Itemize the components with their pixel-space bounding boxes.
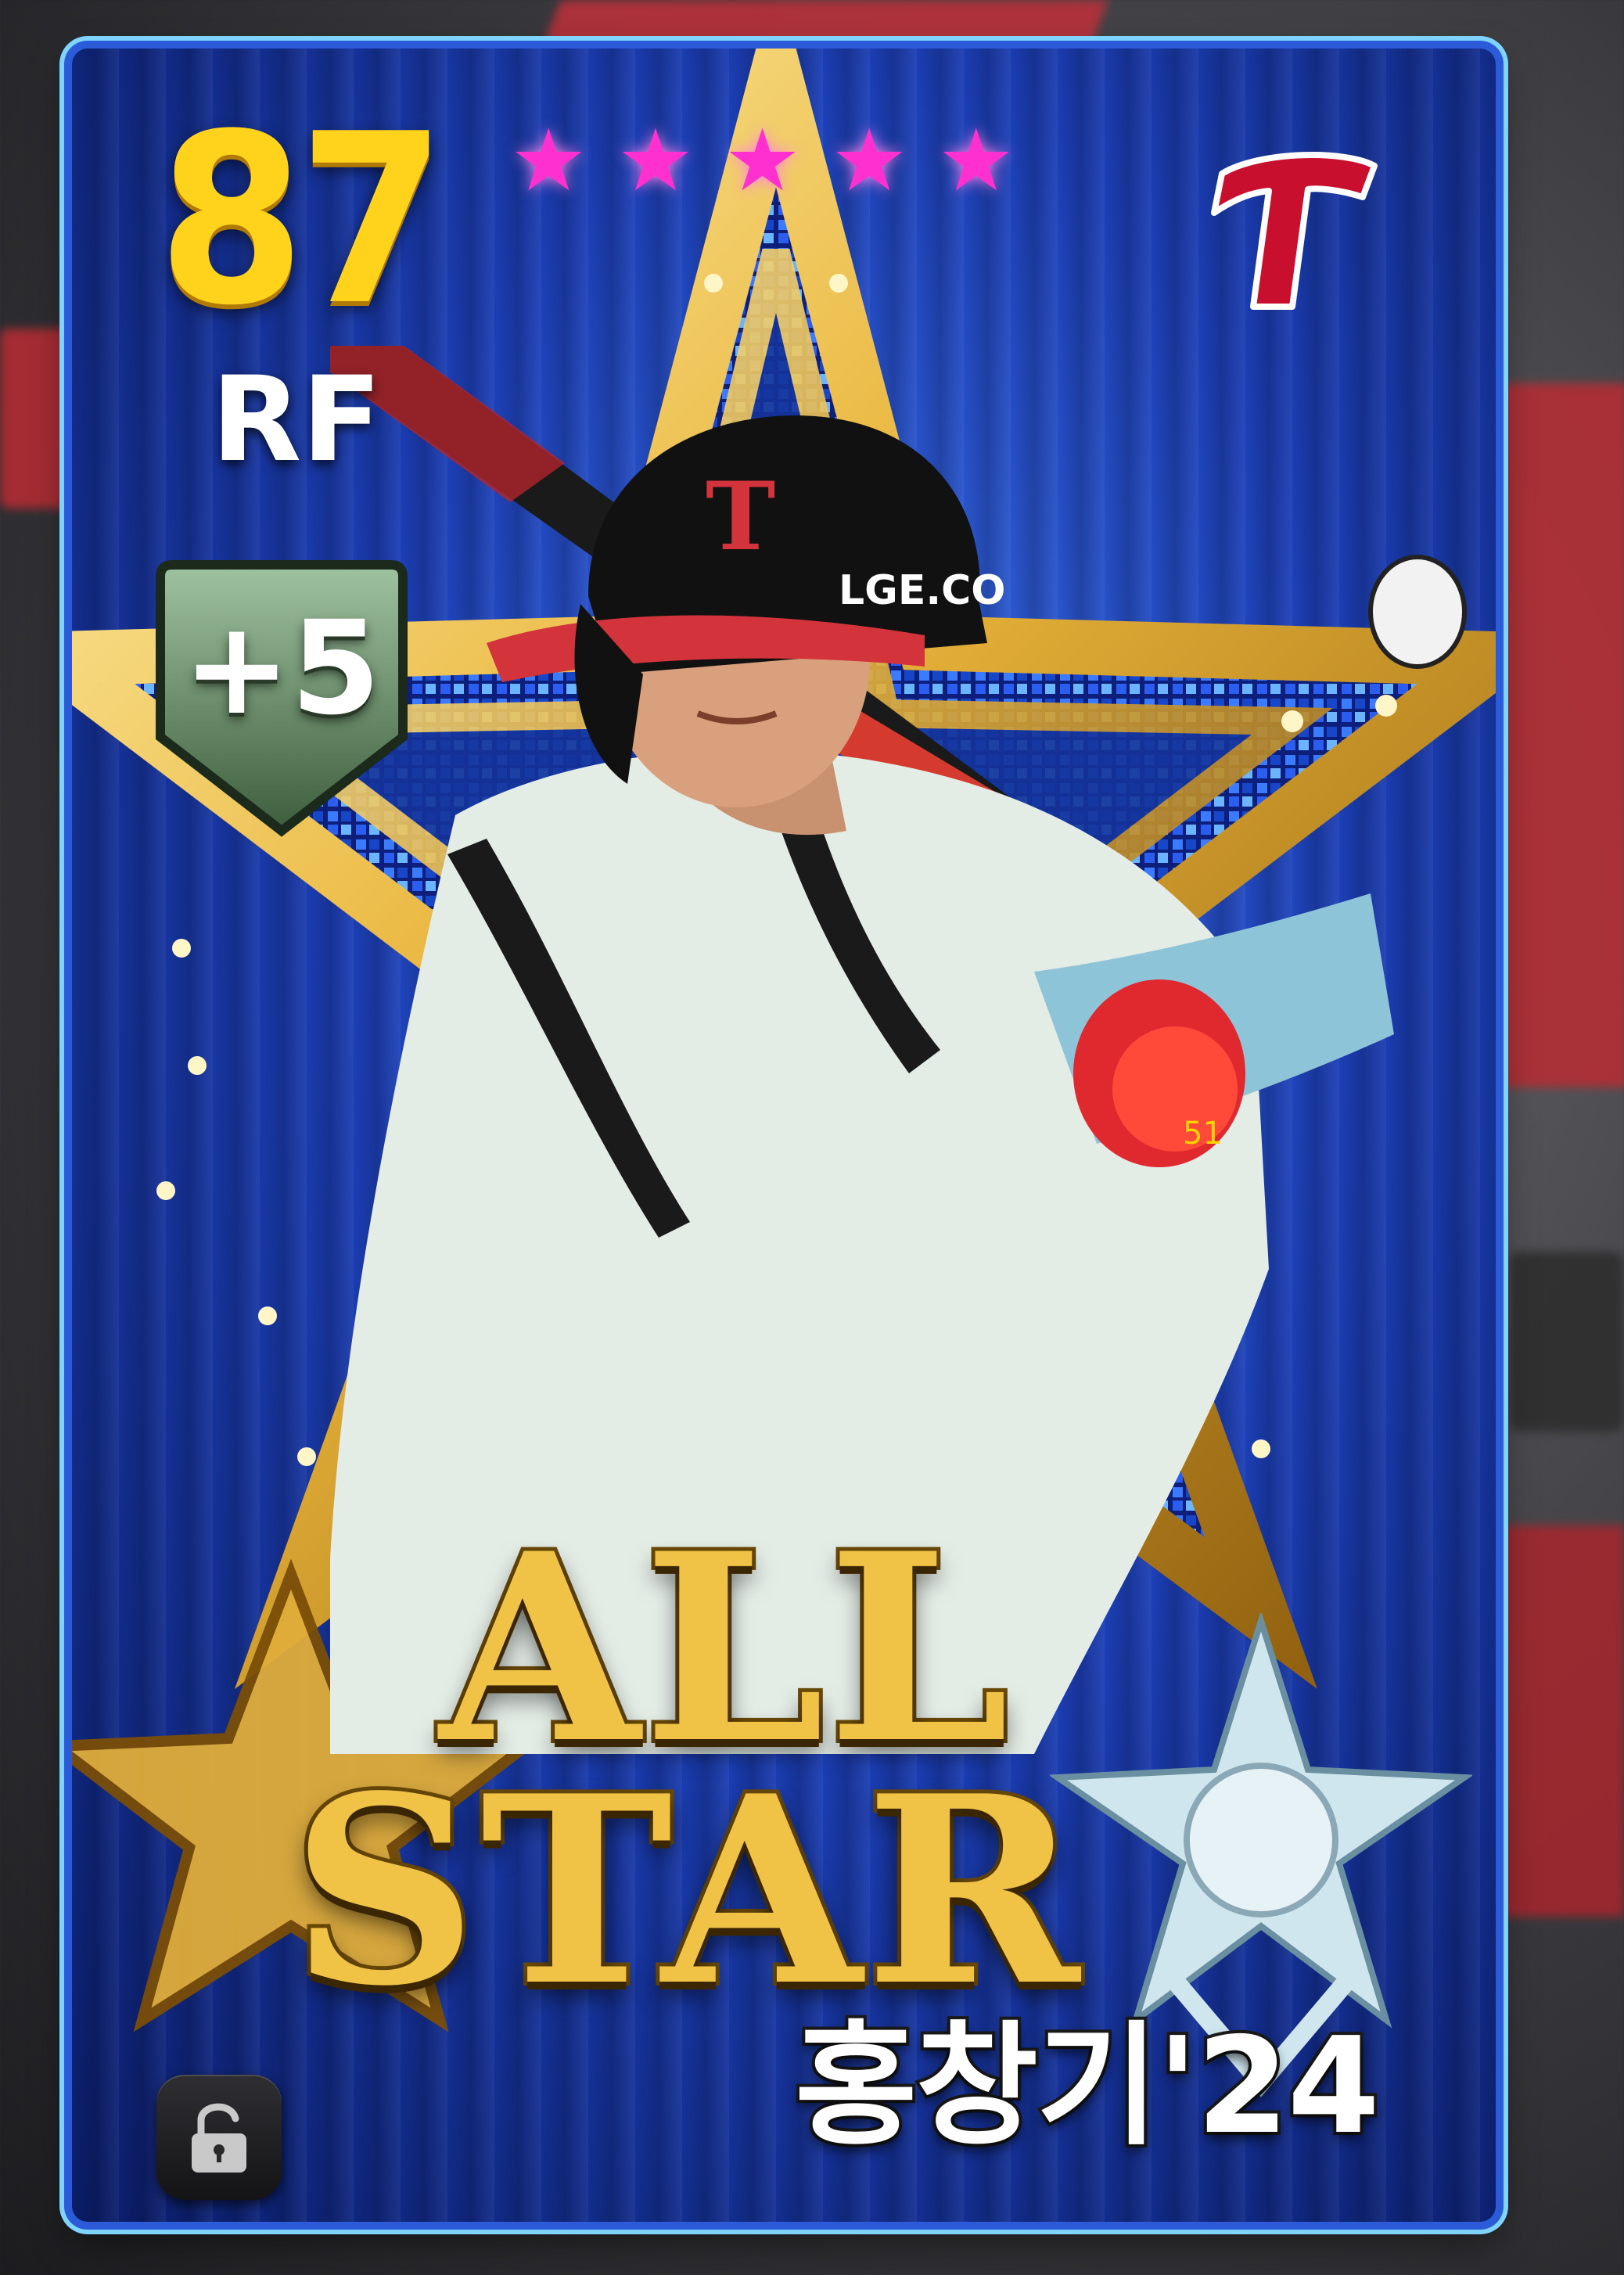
star-icon: ★ xyxy=(724,110,801,210)
overall-rating: 87 xyxy=(158,84,446,357)
helmet-sponsor: LGE.CO xyxy=(839,567,1005,614)
player-name: 홍창기'24 xyxy=(792,2009,1383,2164)
star-icon: ★ xyxy=(616,110,695,210)
player-position: RF xyxy=(211,352,382,488)
star-rating: ★ ★ ★ ★ ★ xyxy=(510,117,1015,203)
player-card[interactable]: 51 T LGE.CO 87 RF ★ ★ ★ ★ ★ +5 ALL STAR … xyxy=(72,49,1496,2222)
team-t-logo-icon xyxy=(1211,152,1378,310)
star-icon: ★ xyxy=(510,110,587,210)
background-decoration xyxy=(1502,383,1624,1087)
helmet-logo: T xyxy=(706,462,775,572)
sleeve-number: 51 xyxy=(1183,1116,1223,1152)
star-icon: ★ xyxy=(937,110,1015,210)
star-icon: ★ xyxy=(830,110,908,210)
title-line-star: STAR xyxy=(287,1739,1083,2043)
background-decoration xyxy=(1486,1526,1624,1917)
lock-toggle-button[interactable] xyxy=(156,2075,282,2200)
upgrade-level: +5 xyxy=(182,593,381,743)
unlocked-padlock-icon xyxy=(192,2103,246,2173)
background-decoration xyxy=(1510,1252,1624,1432)
